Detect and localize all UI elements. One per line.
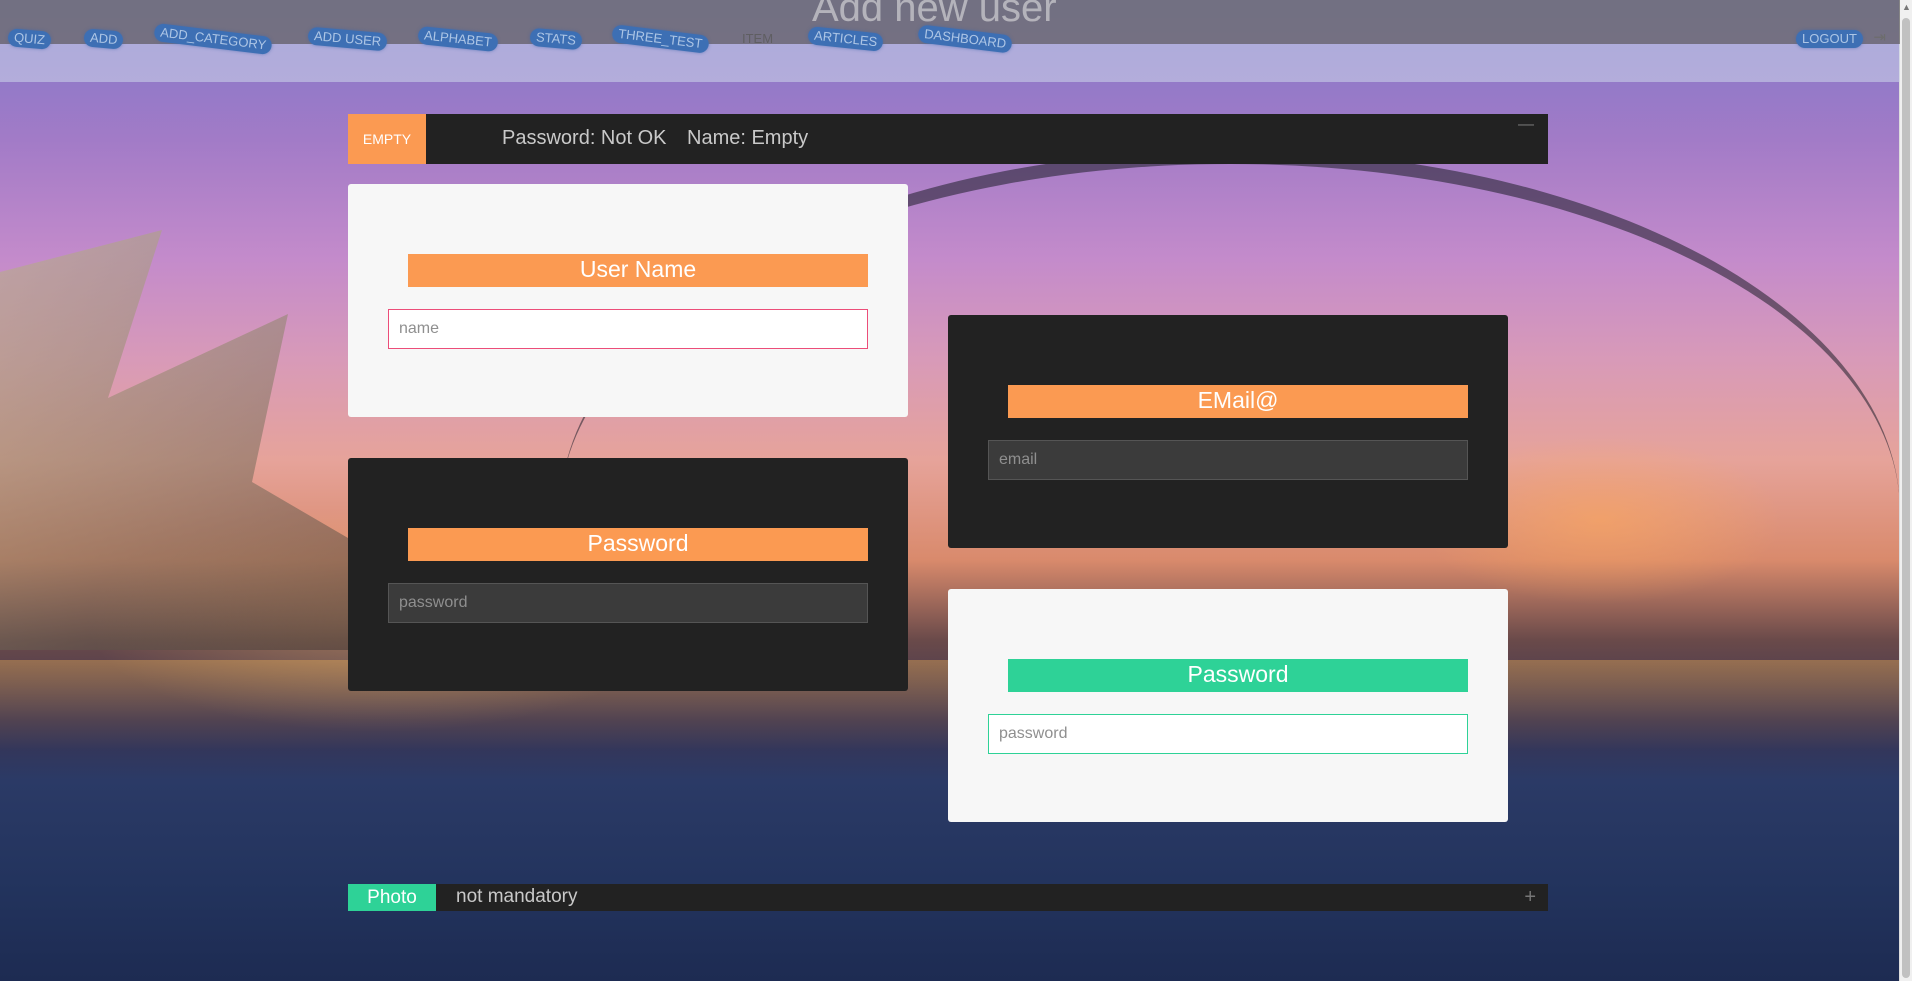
scroll-up-arrow-icon[interactable]: ▲ — [1902, 2, 1911, 12]
status-badge: EMPTY — [348, 114, 426, 164]
nav-item-quiz[interactable]: QUIZ — [7, 28, 52, 50]
email-label: EMail@ — [1008, 385, 1468, 418]
username-input[interactable] — [388, 309, 868, 349]
username-card: User Name — [348, 184, 908, 417]
scrollbar-thumb[interactable] — [1902, 18, 1910, 978]
minimize-icon[interactable]: — — [1518, 116, 1534, 134]
photo-badge: Photo — [348, 884, 436, 911]
password-card: Password — [348, 458, 908, 691]
photo-bar[interactable]: Photo not mandatory + — [348, 884, 1548, 911]
nav-item-item[interactable]: ITEM — [742, 31, 773, 46]
nav-item-add[interactable]: ADD — [83, 28, 125, 50]
password-confirm-card: Password — [948, 589, 1508, 822]
email-input[interactable] — [988, 440, 1468, 480]
top-nav-strip — [0, 44, 1900, 82]
photo-note: not mandatory — [456, 886, 578, 907]
opera-house-silhouette — [0, 230, 360, 650]
logout-button[interactable]: LOGOUT — [1796, 30, 1863, 48]
password-confirm-input[interactable] — [988, 714, 1468, 754]
expand-plus-icon[interactable]: + — [1524, 884, 1536, 911]
password-confirm-label: Password — [1008, 659, 1468, 692]
password-label: Password — [408, 528, 868, 561]
password-input[interactable] — [388, 583, 868, 623]
username-label: User Name — [408, 254, 868, 287]
vertical-scrollbar[interactable]: ▲ — [1899, 0, 1912, 981]
email-card: EMail@ — [948, 315, 1508, 548]
logout-icon[interactable]: ⇥ — [1873, 28, 1886, 46]
name-status-text: Name: Empty — [687, 127, 809, 149]
validation-status-bar: EMPTY Password: Not OK Name: Empty — — [348, 114, 1548, 164]
password-status-text: Password: Not OK — [502, 127, 667, 149]
